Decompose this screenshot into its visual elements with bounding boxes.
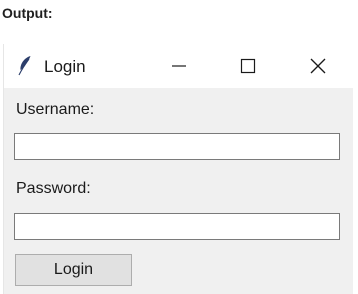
close-button[interactable] [283, 44, 353, 88]
login-window: Login Username: Password: Login [3, 44, 353, 294]
close-icon [310, 58, 326, 74]
window-title: Login [44, 57, 86, 76]
title-bar[interactable]: Login [4, 44, 353, 88]
minimize-button[interactable] [144, 44, 214, 88]
maximize-button[interactable] [213, 44, 283, 88]
output-label: Output: [2, 5, 53, 21]
login-button[interactable]: Login [15, 254, 132, 286]
password-field[interactable] [14, 213, 340, 240]
maximize-icon [240, 58, 256, 74]
feather-icon [17, 55, 33, 77]
minimize-icon [172, 65, 186, 67]
password-label: Password: [16, 180, 91, 197]
username-field[interactable] [14, 133, 340, 160]
username-label: Username: [16, 101, 95, 118]
